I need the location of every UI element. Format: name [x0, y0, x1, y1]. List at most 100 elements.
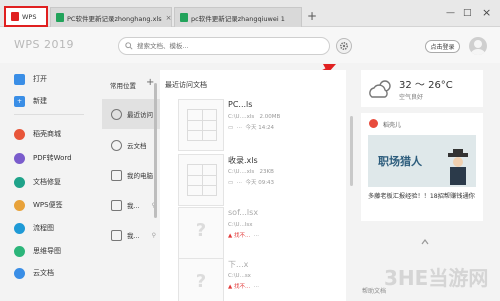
repair-icon [14, 176, 25, 188]
brand-title: WPS 2019 [14, 38, 74, 51]
sidebar-item-cloud[interactable]: 云文档 [14, 266, 54, 280]
gear-icon [339, 41, 349, 51]
sidebar-item-label: 稻壳商城 [33, 130, 61, 138]
nav-item-label: 我的电脑 [127, 172, 153, 180]
doc-name: PC...ls [228, 100, 253, 109]
sidebar-item-label: 打开 [33, 75, 47, 83]
nav-item-recent[interactable]: 最近访问 [102, 99, 160, 129]
tab-document-2[interactable]: pc软件更新记录zhangqiuwei 1 [174, 7, 302, 27]
recent-docs-title: 最近访问文档 [165, 81, 207, 89]
pin-icon[interactable]: ⚲ [152, 232, 156, 239]
doc-status: 找不... [233, 284, 251, 290]
folder-icon [111, 229, 122, 241]
doc-status: 找不... [233, 233, 251, 239]
spreadsheet-icon [56, 13, 64, 22]
sidebar-item-mindmap[interactable]: 思维导图 [14, 244, 61, 258]
tab-document-1[interactable]: PC软件更新记录zhonghang.xls × [50, 7, 172, 27]
news-source: 稻壳儿 [383, 122, 402, 129]
news-banner-title: 职场猎人 [378, 155, 422, 168]
help-link[interactable]: 帮助文档 [362, 286, 386, 295]
pdf-icon [14, 152, 25, 164]
wps-logo-icon [11, 12, 19, 21]
sidebar-item-new[interactable]: + 新建 [14, 94, 47, 108]
sidebar-item-pdf-to-word[interactable]: PDF转Word [14, 151, 72, 165]
warning-icon: ▲ [228, 233, 233, 239]
search-input[interactable] [137, 42, 317, 50]
location-nav: 常用位置 + 最近访问 云文档 我的电脑 我... ⚲ 我... ⚲ [102, 70, 160, 301]
doc-item[interactable]: PC...ls C:\U....xls 2.00MB ▭ ··· 今天 14:2… [178, 99, 338, 151]
scrollbar[interactable] [154, 83, 157, 218]
doc-thumbnail-missing: ? [178, 207, 224, 259]
left-sidebar: 打开 + 新建 稻壳商城 PDF转Word 文档修复 WPS便签 流程图 思维导… [0, 63, 100, 301]
sidebar-item-repair[interactable]: 文档修复 [14, 175, 61, 189]
cloud-icon [14, 267, 25, 279]
more-icon[interactable]: ··· [254, 233, 259, 239]
cloud-sun-icon [369, 80, 391, 98]
doc-item[interactable]: 收录.xls C:\U....xls 23KB ▭ ··· 今天 09:43 [178, 154, 338, 206]
weather-widget[interactable]: 32 ～ 26°C 空气良好 [361, 70, 483, 107]
news-banner[interactable]: 职场猎人 [368, 135, 476, 187]
nav-item-label: 最近访问 [127, 111, 153, 119]
doc-thumbnail [178, 99, 224, 151]
more-icon[interactable]: ··· [237, 180, 242, 186]
doc-path: C:\U....xls [228, 114, 255, 120]
avatar[interactable] [469, 37, 487, 55]
nav-item-cloud[interactable]: 云文档 [102, 130, 160, 160]
spreadsheet-icon [180, 13, 188, 22]
nav-item-label: 我... [127, 232, 140, 240]
sidebar-item-flowchart[interactable]: 流程图 [14, 221, 54, 235]
question-icon: ? [195, 220, 207, 241]
sidebar-item-label: 云文档 [33, 269, 54, 277]
location-nav-header: 常用位置 [110, 82, 136, 90]
collapse-icon[interactable] [420, 237, 430, 247]
more-icon[interactable]: ··· [237, 125, 242, 131]
folder-icon [14, 73, 25, 85]
news-card[interactable]: 稻壳儿 职场猎人 多藤老板汇报经验！！18招帮赚钱通你 [361, 113, 483, 221]
nav-item-label: 云文档 [127, 142, 147, 150]
doc-item[interactable]: ? 下...x C:\U...sx ▲ 找不... ··· [178, 258, 338, 301]
doc-name: 收录.xls [228, 156, 258, 165]
docer-logo-icon [369, 119, 378, 128]
doc-size: 2.00MB [259, 114, 281, 120]
close-icon[interactable]: × [162, 14, 171, 22]
doc-thumbnail [178, 154, 224, 206]
settings-button[interactable] [336, 38, 352, 54]
close-button[interactable]: × [482, 6, 491, 19]
tab-label: PC软件更新记录zhonghang.xls [67, 14, 162, 23]
shop-icon [14, 128, 25, 140]
right-gutter [346, 70, 362, 301]
doc-thumbnail-missing: ? [178, 258, 224, 301]
sidebar-item-shop[interactable]: 稻壳商城 [14, 127, 61, 141]
doc-name: 下...x [228, 260, 249, 269]
doc-path: C:\U....xls [228, 169, 255, 175]
sidebar-item-open[interactable]: 打开 [14, 72, 47, 86]
sidebar-item-label: 流程图 [33, 224, 54, 232]
weather-temperature: 32 ～ 26°C [399, 80, 453, 91]
restore-button[interactable]: □ [463, 8, 472, 18]
search-icon [125, 42, 133, 50]
doc-name: sof...lsx [228, 208, 259, 217]
monitor-icon: ▭ [228, 180, 234, 186]
monitor-icon: ▭ [228, 125, 234, 131]
news-headline[interactable]: 多藤老板汇报经验！！18招帮赚钱通你 [368, 192, 480, 201]
minimize-button[interactable]: — [446, 8, 455, 18]
login-button[interactable]: 点击登录 [425, 40, 460, 53]
sidebar-item-label: 新建 [33, 97, 47, 105]
cloud-icon [111, 139, 122, 151]
plus-icon: + [14, 95, 25, 107]
tab-label: WPS [22, 12, 37, 21]
more-icon[interactable]: ··· [254, 284, 259, 290]
doc-time: 今天 09:43 [245, 180, 275, 186]
nav-item-folder-2[interactable]: 我... ⚲ [102, 220, 160, 250]
nav-item-my-computer[interactable]: 我的电脑 [102, 160, 160, 190]
doc-path: C:\U...lsx [228, 222, 253, 228]
header: WPS 2019 点击登录 [0, 27, 500, 63]
search-box[interactable] [118, 37, 330, 55]
doc-item[interactable]: ? sof...lsx C:\U...lsx ▲ 找不... ··· [178, 207, 338, 259]
scrollbar[interactable] [350, 116, 353, 186]
nav-item-folder-1[interactable]: 我... ⚲ [102, 190, 160, 220]
new-tab-button[interactable]: + [307, 9, 317, 23]
tab-wps-home[interactable]: WPS [4, 6, 48, 27]
sidebar-item-notes[interactable]: WPS便签 [14, 198, 63, 212]
mindmap-icon [14, 245, 25, 257]
